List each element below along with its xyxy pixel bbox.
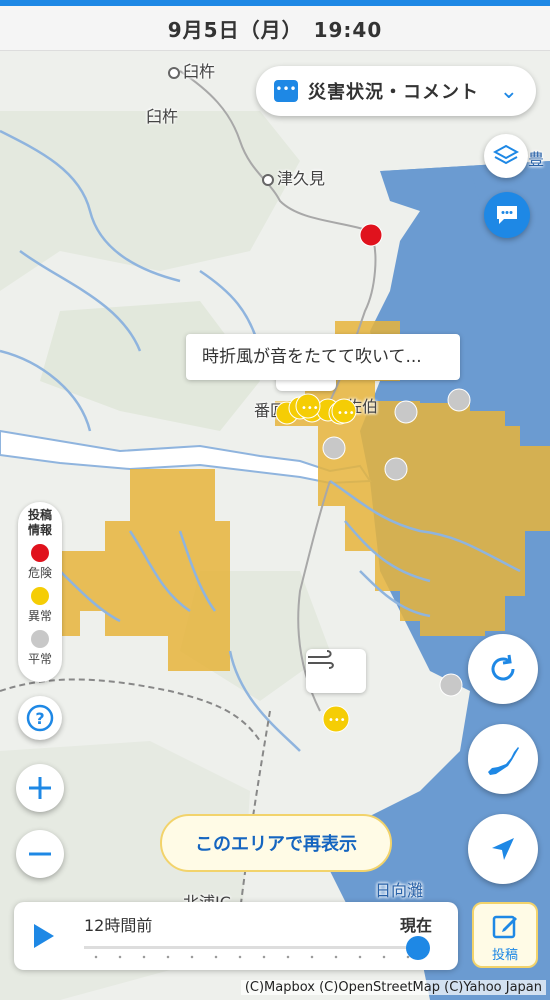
- legend-normal-dot: [31, 630, 49, 648]
- redisplay-area-button[interactable]: このエリアで再表示: [160, 814, 392, 872]
- place-label-saiki2: 佐伯: [346, 397, 379, 416]
- wind-bubble-south[interactable]: [306, 649, 366, 693]
- category-select[interactable]: ••• 災害状況・コメント ⌄: [256, 66, 536, 116]
- japan-map-button[interactable]: [468, 724, 538, 794]
- plus-icon: [29, 777, 51, 799]
- place-label-bungo: 豊: [528, 150, 545, 169]
- timeline-end-label: 現在: [400, 916, 433, 935]
- locate-button[interactable]: [468, 814, 538, 884]
- legend-danger-label: 危険: [27, 566, 52, 580]
- layers-button[interactable]: [484, 134, 528, 178]
- zoom-out-button[interactable]: [16, 830, 64, 878]
- place-label-usuki: 臼杵: [168, 58, 215, 82]
- chat-icon: [497, 206, 517, 224]
- map-attribution: (C)Mapbox (C)OpenStreetMap (C)Yahoo Japa…: [240, 980, 546, 995]
- place-label-saiki: 番匠: [254, 401, 287, 420]
- category-select-label: 災害状況・コメント: [308, 82, 479, 103]
- legend-abnormal-label: 異常: [27, 609, 52, 623]
- help-button[interactable]: ?: [18, 696, 62, 740]
- legend-normal-label: 平常: [27, 652, 52, 666]
- location-arrow-icon: [492, 838, 514, 860]
- refresh-button[interactable]: [468, 634, 538, 704]
- chevron-down-icon: ⌄: [499, 79, 518, 104]
- zoom-in-button[interactable]: [16, 764, 64, 812]
- post-legend: 投稿 情報 危険 異常 平常: [18, 502, 62, 682]
- timeline-start-label: 12時間前: [84, 916, 153, 935]
- play-icon[interactable]: [32, 922, 56, 950]
- header-datetime: 9月5日（月） 19:40: [0, 6, 550, 51]
- timeline-ticks: [84, 954, 418, 960]
- post-button-label: 投稿: [491, 948, 518, 963]
- japan-map-icon: [488, 743, 519, 775]
- legend-danger-dot: [31, 544, 49, 562]
- legend-title: 投稿 情報: [27, 508, 52, 537]
- wind-icon: [308, 650, 334, 669]
- comment-popup[interactable]: 時折風が音をたてて吹いて...: [186, 334, 460, 380]
- refresh-icon: [491, 654, 515, 681]
- timeline-thumb[interactable]: [406, 936, 430, 960]
- legend-abnormal-dot: [31, 587, 49, 605]
- timeline-track[interactable]: [84, 946, 418, 949]
- minus-icon: [29, 852, 51, 856]
- chat-button[interactable]: [484, 192, 530, 238]
- help-icon: ?: [26, 704, 54, 732]
- timeline-panel[interactable]: 12時間前 現在: [14, 902, 458, 970]
- svg-text:?: ?: [35, 709, 44, 728]
- place-label-tsukumi: 津久見: [262, 165, 325, 189]
- layers-icon: [493, 144, 519, 165]
- place-label-usuki-station: 臼杵: [146, 107, 179, 126]
- place-label-hyuganada: 日向灘: [375, 881, 424, 900]
- post-button[interactable]: 投稿: [472, 902, 538, 968]
- comment-icon: •••: [274, 80, 298, 102]
- edit-icon: [492, 915, 517, 939]
